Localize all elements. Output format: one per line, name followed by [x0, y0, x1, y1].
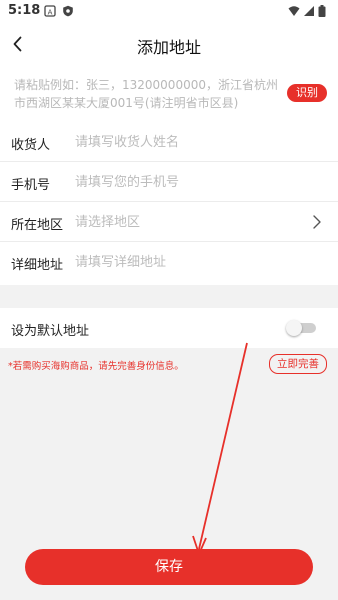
- status-time: 5:18: [8, 3, 41, 18]
- svg-text:A: A: [48, 8, 53, 16]
- shield-icon: [63, 5, 73, 17]
- phone-input[interactable]: [75, 170, 305, 194]
- address-label: 详细地址: [11, 258, 64, 273]
- recipient-row: 收货人: [0, 122, 338, 162]
- address-form: 收货人 手机号 所在地区 详细地址: [0, 122, 338, 285]
- region-label: 所在地区: [11, 218, 64, 233]
- chevron-right-icon: [313, 215, 321, 229]
- identity-notice: *若需购买海购商品，请先完善身份信息。: [8, 361, 184, 372]
- status-bar: 5:18 A: [0, 0, 338, 24]
- recipient-input[interactable]: [75, 130, 305, 154]
- phone-label: 手机号: [11, 178, 51, 193]
- wifi-icon: [288, 6, 300, 16]
- complete-now-button[interactable]: 立即完善: [269, 354, 327, 374]
- save-button[interactable]: 保存: [25, 549, 313, 585]
- default-address-row: 设为默认地址: [0, 308, 338, 348]
- signal-icon: [304, 6, 314, 16]
- default-address-toggle[interactable]: [286, 320, 316, 336]
- toggle-knob: [286, 320, 302, 336]
- phone-row: 手机号: [0, 162, 338, 202]
- battery-icon: [318, 5, 326, 17]
- region-row[interactable]: 所在地区: [0, 202, 338, 242]
- recognize-button[interactable]: 识别: [287, 84, 327, 102]
- header: 添加地址: [0, 24, 338, 64]
- address-row: 详细地址: [0, 242, 338, 282]
- address-input[interactable]: [75, 250, 305, 274]
- app-notification-icon: A: [44, 5, 56, 17]
- default-address-label: 设为默认地址: [11, 324, 90, 339]
- region-select[interactable]: [75, 210, 305, 234]
- paste-hint: 请粘贴例如：张三，13200000000，浙江省杭州市西湖区某某大厦001号(请…: [14, 78, 278, 110]
- recipient-label: 收货人: [11, 138, 51, 153]
- page-title: 添加地址: [136, 38, 201, 57]
